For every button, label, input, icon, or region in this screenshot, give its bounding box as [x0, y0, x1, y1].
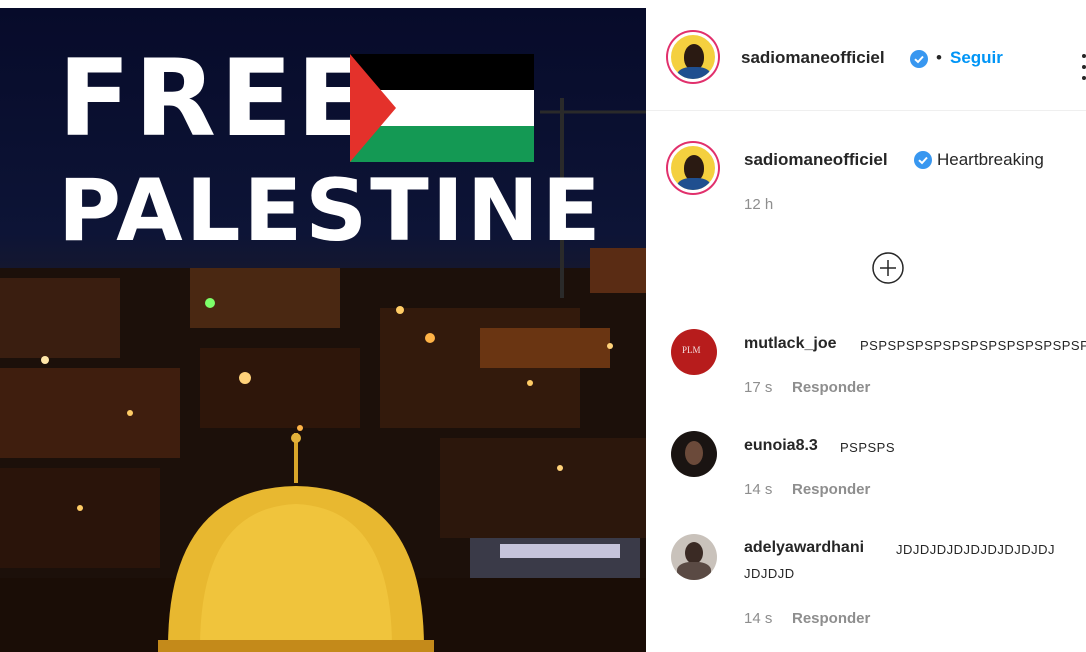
- comment-avatar[interactable]: [671, 534, 717, 580]
- comment-text: PSPSPSPSPSPSPSPSPSPSPSPSPS: [860, 338, 1086, 353]
- follow-button[interactable]: Seguir: [950, 48, 1003, 68]
- separator-dot: •: [936, 48, 942, 67]
- comment-text: PSPSPS: [840, 440, 896, 455]
- author-username[interactable]: sadiomaneofficiel: [741, 48, 885, 68]
- post-sidebar: sadiomaneofficiel • Seguir sadiomaneoffi…: [646, 0, 1086, 652]
- comment-avatar[interactable]: [671, 431, 717, 477]
- comment-timestamp: 14 s: [744, 610, 773, 627]
- comment-username[interactable]: mutlack_joe: [744, 335, 836, 353]
- comment-username[interactable]: adelyawardhani: [744, 539, 864, 557]
- load-more-comments-icon[interactable]: [872, 252, 904, 284]
- jerusalem-cityscape-illustration: [0, 248, 646, 652]
- author-avatar[interactable]: [668, 32, 718, 82]
- comment-timestamp: 14 s: [744, 481, 773, 498]
- comment-avatar[interactable]: PLM: [671, 329, 717, 375]
- reply-button[interactable]: Responder: [792, 610, 870, 627]
- verified-badge-icon: [910, 50, 928, 68]
- avatar-face: [685, 542, 703, 564]
- more-options-icon[interactable]: [1078, 52, 1086, 82]
- palestine-flag: [350, 54, 534, 162]
- reply-button[interactable]: Responder: [792, 481, 870, 498]
- post-header: sadiomaneofficiel • Seguir: [646, 0, 1086, 111]
- caption-timestamp: 12 h: [744, 196, 774, 213]
- comment-username[interactable]: eunoia8.3: [744, 437, 818, 455]
- comment-text: JDJDJDJDJDJDJDJDJDJ: [896, 542, 1055, 557]
- comment-text-continued: JDJDJD: [744, 566, 795, 581]
- avatar-shirt: [677, 178, 711, 190]
- image-title-palestine: PALESTINE: [58, 161, 604, 261]
- avatar-face: [685, 441, 703, 465]
- caption-avatar[interactable]: [668, 143, 718, 193]
- comment-timestamp: 17 s: [744, 379, 773, 396]
- image-title-free: FREE: [58, 37, 373, 160]
- avatar-shirt: [677, 562, 711, 580]
- avatar-logo-text: PLM: [682, 345, 701, 355]
- caption-text: Heartbreaking: [937, 150, 1044, 169]
- caption-username[interactable]: sadiomaneofficiel: [744, 150, 888, 170]
- avatar-shirt: [677, 67, 711, 79]
- reply-button[interactable]: Responder: [792, 379, 870, 396]
- instagram-post-view: FREE PALESTINE sadiomaneofficiel • Segui…: [0, 0, 1086, 652]
- verified-badge-icon: [914, 151, 932, 169]
- post-image[interactable]: FREE PALESTINE: [0, 8, 646, 652]
